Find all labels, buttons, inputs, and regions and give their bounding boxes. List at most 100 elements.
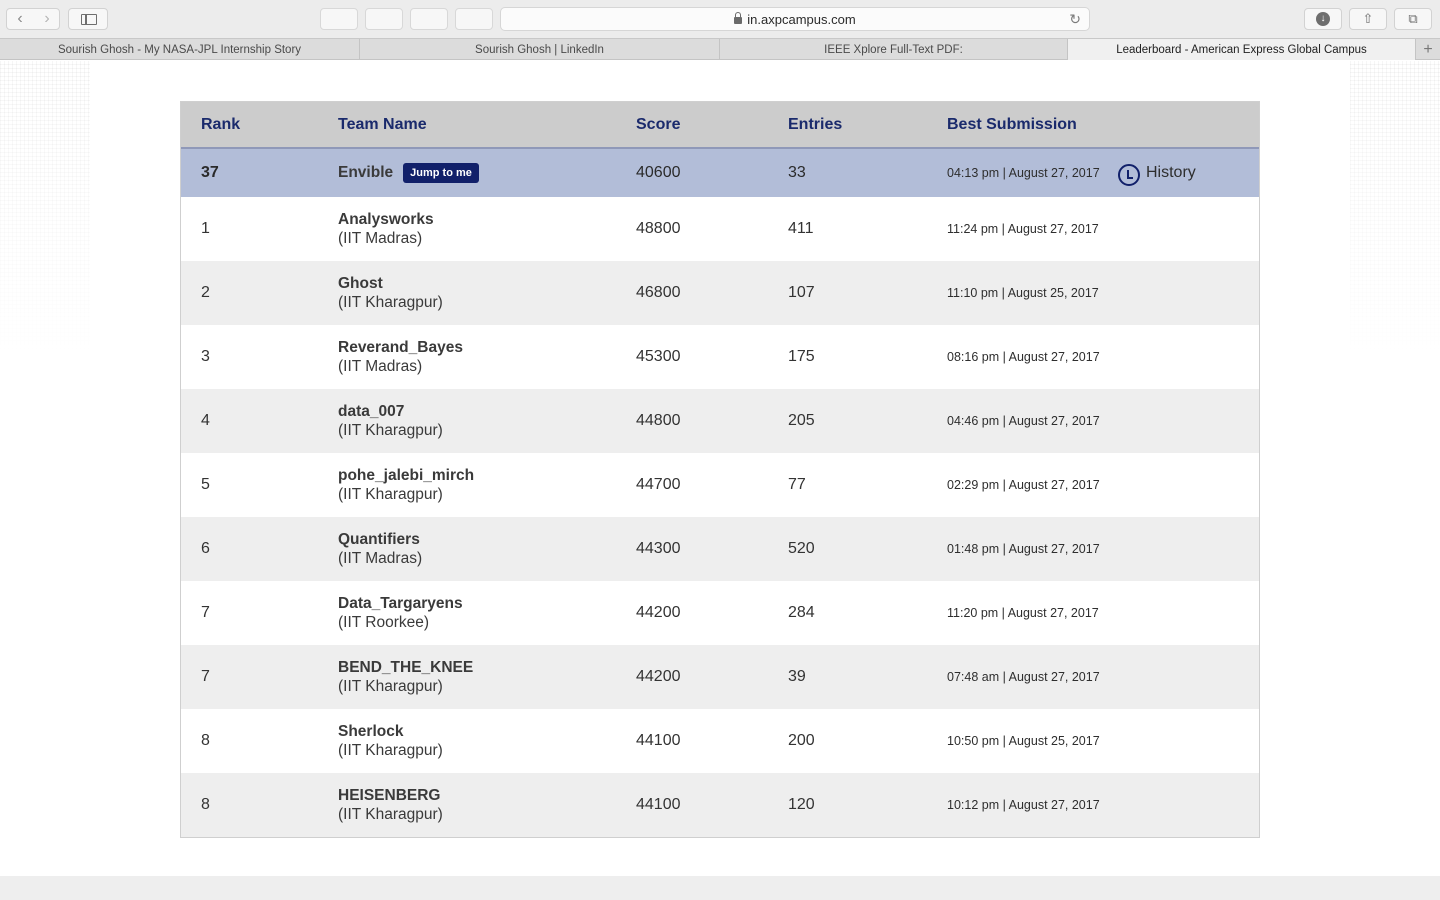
table-row: 8 Sherlock (IIT Kharagpur) 44100 200 10:… <box>181 709 1259 773</box>
score-cell: 48800 <box>636 220 681 237</box>
team-cell: Sherlock (IIT Kharagpur) <box>338 709 443 773</box>
team-college: (IIT Kharagpur) <box>338 421 443 439</box>
best-submission-cell: 11:24 pm | August 27, 2017 <box>947 197 1099 261</box>
best-submission-text: 02:29 pm | August 27, 2017 <box>947 478 1100 492</box>
best-submission-text: 10:12 pm | August 27, 2017 <box>947 798 1100 812</box>
team-name: data_007 <box>338 402 405 420</box>
toolbar-blank-button-4[interactable] <box>455 8 493 30</box>
rank-cell: 4 <box>201 412 210 429</box>
best-submission-cell: 07:48 am | August 27, 2017 <box>947 645 1100 709</box>
table-row: 6 Quantifiers (IIT Madras) 44300 520 01:… <box>181 517 1259 581</box>
best-submission-text: 07:48 am | August 27, 2017 <box>947 670 1100 684</box>
rank-cell: 6 <box>201 540 210 557</box>
address-text: in.axpcampus.com <box>747 11 856 27</box>
sidebar-toggle-button[interactable] <box>68 8 108 30</box>
reload-icon[interactable]: ↻ <box>1069 11 1081 28</box>
address-bar[interactable]: in.axpcampus.com ↻ <box>500 7 1090 31</box>
entries-cell: 175 <box>788 348 815 365</box>
tab-label: IEEE Xplore Full-Text PDF: <box>824 43 963 56</box>
score-cell: 44300 <box>636 540 681 557</box>
team-cell: data_007 (IIT Kharagpur) <box>338 389 443 453</box>
team-name: pohe_jalebi_mirch <box>338 466 475 484</box>
sidebar-icon <box>81 14 97 25</box>
rank-cell: 2 <box>201 284 210 301</box>
forward-icon[interactable]: › <box>33 8 61 30</box>
best-submission-text: 11:24 pm | August 27, 2017 <box>947 222 1099 236</box>
new-tab-icon[interactable]: + <box>1416 39 1440 60</box>
back-icon[interactable]: ‹ <box>6 8 34 30</box>
tab-label: Sourish Ghosh | LinkedIn <box>475 43 604 56</box>
entries-cell: 77 <box>788 476 806 493</box>
jump-to-me-button[interactable]: Jump to me <box>403 163 479 183</box>
team-cell: HEISENBERG (IIT Kharagpur) <box>338 773 443 837</box>
history-link[interactable]: History <box>1118 149 1196 197</box>
team-name: Data_Targaryens <box>338 594 463 612</box>
team-cell: Quantifiers (IIT Madras) <box>338 517 422 581</box>
table-row: 7 Data_Targaryens (IIT Roorkee) 44200 28… <box>181 581 1259 645</box>
table-row: 1 Analysworks (IIT Madras) 48800 411 11:… <box>181 197 1259 261</box>
best-submission-cell: 10:12 pm | August 27, 2017 <box>947 773 1100 837</box>
rank-cell: 8 <box>201 732 210 749</box>
best-submission-cell: 11:10 pm | August 25, 2017 <box>947 261 1099 325</box>
toolbar-blank-button-1[interactable] <box>320 8 358 30</box>
table-row: 3 Reverand_Bayes (IIT Madras) 45300 175 … <box>181 325 1259 389</box>
best-submission-text: 01:48 pm | August 27, 2017 <box>947 542 1100 556</box>
background-pattern-right <box>1350 61 1440 361</box>
download-icon: ↓ <box>1316 12 1330 26</box>
entries-cell: 107 <box>788 284 815 301</box>
team-name: Ghost <box>338 274 383 292</box>
history-label: History <box>1146 164 1196 181</box>
team-cell: Analysworks (IIT Madras) <box>338 197 434 261</box>
team-name: Analysworks <box>338 210 434 228</box>
tab-label: Sourish Ghosh - My NASA-JPL Internship S… <box>57 43 302 56</box>
tab-label: Leaderboard - American Express Global Ca… <box>1116 43 1367 56</box>
table-row: 8 HEISENBERG (IIT Kharagpur) 44100 120 1… <box>181 773 1259 837</box>
best-submission-cell: 04:46 pm | August 27, 2017 <box>947 389 1100 453</box>
team-college: (IIT Madras) <box>338 357 423 375</box>
best-submission-text: 04:46 pm | August 27, 2017 <box>947 414 1100 428</box>
score-cell: 44200 <box>636 668 681 685</box>
tab-linkedin[interactable]: Sourish Ghosh | LinkedIn <box>360 39 720 60</box>
best-submission-cell: 01:48 pm | August 27, 2017 <box>947 517 1100 581</box>
team-cell: Reverand_Bayes (IIT Madras) <box>338 325 463 389</box>
rank-cell: 1 <box>201 220 210 237</box>
team-cell: pohe_jalebi_mirch (IIT Kharagpur) <box>338 453 474 517</box>
rank-cell: 5 <box>201 476 210 493</box>
browser-toolbar: ‹ › in.axpcampus.com ↻ ↓ ⇧ ⧉ <box>0 0 1440 38</box>
table-row: 2 Ghost (IIT Kharagpur) 46800 107 11:10 … <box>181 261 1259 325</box>
share-button[interactable]: ⇧ <box>1349 8 1387 30</box>
team-name: HEISENBERG <box>338 786 441 804</box>
score-cell: 46800 <box>636 284 681 301</box>
leaderboard-table: Rank Team Name Score Entries Best Submis… <box>180 101 1260 838</box>
rank-cell: 8 <box>201 796 210 813</box>
toolbar-blank-button-3[interactable] <box>410 8 448 30</box>
table-row: 5 pohe_jalebi_mirch (IIT Kharagpur) 4470… <box>181 453 1259 517</box>
rank-cell: 7 <box>201 604 210 621</box>
team-college: (IIT Madras) <box>338 549 423 567</box>
toolbar-blank-button-2[interactable] <box>365 8 403 30</box>
tabs-overview-button[interactable]: ⧉ <box>1394 8 1432 30</box>
team-cell: Ghost (IIT Kharagpur) <box>338 261 443 325</box>
best-submission-text: 10:50 pm | August 25, 2017 <box>947 734 1100 748</box>
rank-cell: 7 <box>201 668 210 685</box>
team-college: (IIT Kharagpur) <box>338 805 443 823</box>
my-team-row: 37 Envible Jump to me 40600 33 04:13 pm … <box>181 149 1259 197</box>
table-row: 7 BEND_THE_KNEE (IIT Kharagpur) 44200 39… <box>181 645 1259 709</box>
best-submission-text: 11:20 pm | August 27, 2017 <box>947 606 1099 620</box>
best-submission-cell: 10:50 pm | August 25, 2017 <box>947 709 1100 773</box>
footer-strip <box>0 876 1440 900</box>
tabs-overview-icon: ⧉ <box>1408 11 1418 26</box>
team-college: (IIT Kharagpur) <box>338 741 443 759</box>
best-submission-text: 04:13 pm | August 27, 2017 <box>947 166 1100 180</box>
score-cell: 44100 <box>636 796 681 813</box>
score-cell: 40600 <box>636 164 681 181</box>
header-entries: Entries <box>788 115 843 133</box>
page-content: Rank Team Name Score Entries Best Submis… <box>0 61 1440 900</box>
tab-ieee[interactable]: IEEE Xplore Full-Text PDF: <box>720 39 1068 60</box>
score-cell: 44200 <box>636 604 681 621</box>
tab-nasa-jpl[interactable]: Sourish Ghosh - My NASA-JPL Internship S… <box>0 39 360 60</box>
entries-cell: 284 <box>788 604 815 621</box>
team-name: Reverand_Bayes <box>338 338 463 356</box>
tab-leaderboard[interactable]: Leaderboard - American Express Global Ca… <box>1068 39 1416 60</box>
downloads-button[interactable]: ↓ <box>1304 8 1342 30</box>
